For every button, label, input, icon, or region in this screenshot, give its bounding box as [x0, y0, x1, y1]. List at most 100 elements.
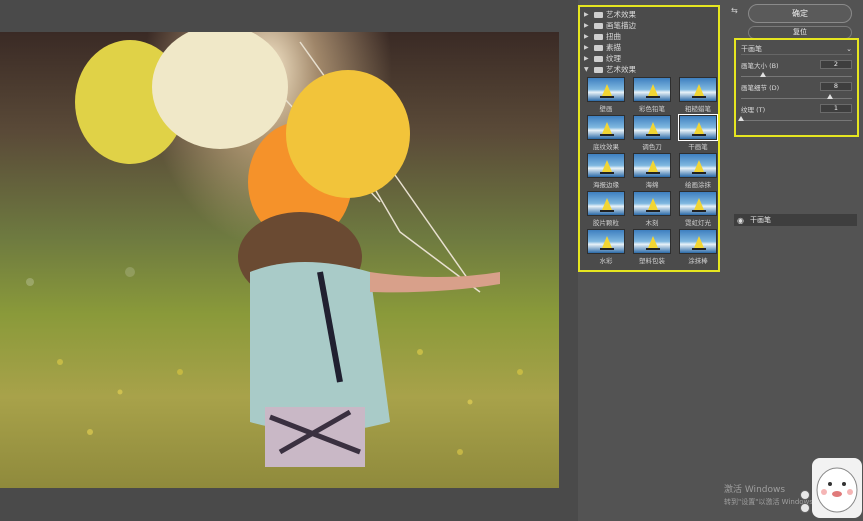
- setting-label: 画笔大小 (B): [741, 61, 779, 70]
- effect-preview-thumbnail[interactable]: [587, 153, 625, 178]
- collapse-arrow-icon[interactable]: ▼: [584, 64, 591, 75]
- effect-thumbnail-item[interactable]: 胶片颗粒: [586, 191, 626, 227]
- filter-select[interactable]: 干画笔 ⌄: [741, 44, 852, 55]
- effect-thumbnail-label: 木刻: [645, 219, 659, 227]
- slider-thumb[interactable]: [738, 116, 744, 121]
- layer-name: 干画笔: [749, 216, 771, 224]
- sailboat-icon: [648, 122, 658, 134]
- effect-thumbnail-label: 干画笔: [688, 143, 708, 151]
- boat-hull-icon: [692, 172, 706, 174]
- brush-detail-input[interactable]: 8: [820, 82, 852, 91]
- effect-thumbnail-item[interactable]: 海绵: [632, 153, 672, 189]
- sailboat-icon: [648, 198, 658, 210]
- boat-hull-icon: [692, 96, 706, 98]
- effect-thumbnail-item[interactable]: 涂抹棒: [678, 229, 718, 265]
- effect-thumbnail-item[interactable]: 塑料包装: [632, 229, 672, 265]
- effect-thumbnail-item[interactable]: 海报边缘: [586, 153, 626, 189]
- effect-preview-thumbnail[interactable]: [679, 77, 717, 102]
- preview-image[interactable]: [0, 32, 559, 488]
- effect-preview-thumbnail[interactable]: [633, 229, 671, 254]
- expand-arrow-icon[interactable]: ▶: [584, 53, 591, 64]
- sailboat-icon: [694, 198, 704, 210]
- effects-folder[interactable]: ▶ 艺术效果: [584, 9, 714, 20]
- effect-thumbnail-label: 塑料包装: [639, 257, 665, 265]
- effect-preview-thumbnail[interactable]: [633, 115, 671, 140]
- setting-texture: 纹理 (T) 1: [738, 103, 852, 121]
- folder-label: 素描: [606, 43, 621, 52]
- effect-thumbnail-item[interactable]: 绘画涂抹: [678, 153, 718, 189]
- sailboat-icon: [602, 122, 612, 134]
- brush-detail-slider[interactable]: [741, 94, 852, 99]
- sailboat-icon: [648, 160, 658, 172]
- effect-thumbnail-item[interactable]: 彩色铅笔: [632, 77, 672, 113]
- folder-label: 艺术效果: [606, 65, 636, 74]
- sailboat-icon: [602, 198, 612, 210]
- expand-arrow-icon[interactable]: ▶: [584, 42, 591, 53]
- boat-hull-icon: [692, 248, 706, 250]
- effect-preview-thumbnail[interactable]: [587, 77, 625, 102]
- effect-layer-row[interactable]: ◉ 干画笔: [734, 214, 857, 226]
- effects-folder-expanded[interactable]: ▼ 艺术效果: [584, 64, 714, 75]
- effect-preview-thumbnail[interactable]: [679, 153, 717, 178]
- effect-preview-thumbnail[interactable]: [633, 153, 671, 178]
- setting-brush-detail: 画笔细节 (D) 8: [741, 81, 852, 99]
- effect-thumbnail-label: 涂抹棒: [688, 257, 708, 265]
- boat-hull-icon: [646, 96, 660, 98]
- filter-select-value: 干画笔: [741, 45, 762, 53]
- brush-size-slider[interactable]: [741, 72, 852, 77]
- effect-preview-thumbnail[interactable]: [678, 114, 718, 141]
- effect-thumbnail-label: 绘画涂抹: [685, 181, 711, 189]
- effects-folder[interactable]: ▶ 素描: [584, 42, 714, 53]
- effect-thumbnail-item[interactable]: 水彩: [586, 229, 626, 265]
- expand-arrow-icon[interactable]: ▶: [584, 9, 591, 20]
- folder-icon: [594, 55, 603, 62]
- folder-open-icon: [594, 66, 603, 73]
- sailboat-icon: [602, 84, 612, 96]
- effect-preview-thumbnail[interactable]: [679, 191, 717, 216]
- chevron-down-icon: ⌄: [846, 45, 852, 53]
- effect-preview-thumbnail[interactable]: [587, 191, 625, 216]
- effects-thumbnail-grid: 壁画 彩色铅笔 粗糙蜡笔底纹效果 调色刀 干画笔海报边缘 海绵 绘画涂抹胶片颗粒 木刻 霓虹灯光…: [584, 77, 718, 265]
- sailboat-icon: [648, 236, 658, 248]
- effect-thumbnail-item[interactable]: 粗糙蜡笔: [678, 77, 718, 113]
- effect-thumbnail-item[interactable]: 壁画: [586, 77, 626, 113]
- boat-hull-icon: [646, 134, 660, 136]
- effect-thumbnail-item[interactable]: 木刻: [632, 191, 672, 227]
- effect-thumbnail-label: 胶片颗粒: [593, 219, 619, 227]
- emoji-icon[interactable]: [800, 490, 810, 500]
- brush-size-input[interactable]: 2: [820, 60, 852, 69]
- effects-folder[interactable]: ▶ 纹理: [584, 53, 714, 64]
- eye-icon[interactable]: ◉: [737, 216, 744, 225]
- effect-thumbnail-item[interactable]: 调色刀: [632, 115, 672, 151]
- effect-thumbnail-item[interactable]: 底纹效果: [586, 115, 626, 151]
- sailboat-icon: [694, 236, 704, 248]
- sailboat-icon: [694, 122, 704, 134]
- effect-thumbnail-item[interactable]: 干画笔: [678, 114, 718, 151]
- effect-preview-thumbnail[interactable]: [633, 191, 671, 216]
- effect-preview-thumbnail[interactable]: [587, 229, 625, 254]
- smiley-icon[interactable]: [800, 503, 810, 513]
- effect-thumbnail-label: 海报边缘: [593, 181, 619, 189]
- effect-preview-thumbnail[interactable]: [679, 229, 717, 254]
- texture-slider[interactable]: [738, 116, 852, 121]
- panel-toggle-icon[interactable]: ⇆: [731, 6, 738, 15]
- effects-folder[interactable]: ▶ 扭曲: [584, 31, 714, 42]
- effect-thumbnail-label: 海绵: [645, 181, 659, 189]
- effects-folder[interactable]: ▶ 画笔描边: [584, 20, 714, 31]
- effect-preview-thumbnail[interactable]: [633, 77, 671, 102]
- boat-hull-icon: [646, 210, 660, 212]
- expand-arrow-icon[interactable]: ▶: [584, 31, 591, 42]
- boat-hull-icon: [646, 248, 660, 250]
- folder-icon: [594, 33, 603, 40]
- effect-preview-thumbnail[interactable]: [587, 115, 625, 140]
- boat-hull-icon: [600, 210, 614, 212]
- expand-arrow-icon[interactable]: ▶: [584, 20, 591, 31]
- slider-thumb[interactable]: [760, 72, 767, 77]
- boat-hull-icon: [600, 172, 614, 174]
- effect-thumbnail-label: 底纹效果: [593, 143, 619, 151]
- slider-thumb[interactable]: [826, 94, 833, 99]
- filter-settings-panel: 干画笔 ⌄ 画笔大小 (B) 2 画笔细节 (D) 8 纹理 (T) 1: [734, 38, 859, 137]
- ok-button[interactable]: 确定: [748, 4, 852, 23]
- texture-input[interactable]: 1: [820, 104, 852, 113]
- effect-thumbnail-item[interactable]: 霓虹灯光: [678, 191, 718, 227]
